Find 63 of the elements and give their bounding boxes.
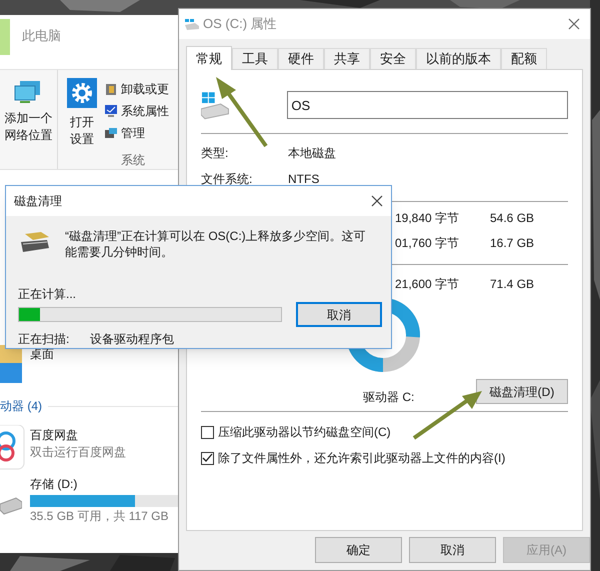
scan-label: 正在扫描: [18,331,70,348]
tab[interactable]: 常规 [186,46,232,70]
tab[interactable]: 配额 [501,48,547,69]
location-text: 此电脑 [22,27,61,45]
drive-name: 百度网盘 [30,427,79,444]
drive-icon [185,18,199,30]
cancel-button[interactable]: 取消 [296,302,382,327]
field-value: 本地磁盘 [288,145,336,162]
ribbon-item[interactable]: 卸载或更 [104,78,169,100]
close-icon [371,195,383,207]
size-value: 16.7 GB [490,235,534,252]
field-label: 类型: [201,145,230,162]
close-button[interactable] [568,18,580,30]
annotation-arrow [216,77,268,148]
desktop-folder-icon [0,345,22,383]
checkbox[interactable] [201,452,214,464]
size-value: 54.6 GB [490,210,534,227]
close-icon [568,18,580,30]
drive-icon [201,91,230,120]
checkbox[interactable] [201,426,214,438]
nav-item[interactable]: 桌面 [30,345,54,363]
tab[interactable]: 硬件 [278,48,324,69]
section-header[interactable]: 动器 (4) [0,397,42,415]
window-title: OS (C:) 属性 [203,15,277,34]
ribbon-item[interactable]: 系统属性 [104,100,169,122]
field-label: 文件系统: [201,171,254,188]
program-box-icon [104,82,118,96]
annotation-arrow [412,391,482,440]
drive-detail: 双击运行百度网盘 [30,444,126,461]
drive-tile[interactable]: 存储 (D:) 35.5 GB 可用，共 117 GB [0,476,180,525]
tab[interactable]: 以前的版本 [416,48,501,69]
field-value: NTFS [288,171,320,188]
drive-name: 存储 (D:) [30,476,78,493]
computer-icon [104,126,118,140]
dialog-button[interactable]: 确定 [315,537,402,563]
tab[interactable]: 共享 [324,48,370,69]
window-title: 磁盘清理 [14,193,62,210]
drive-label: 驱动器 C: [363,388,414,406]
ribbon-button[interactable]: 添加一个 网络位置 [0,70,58,169]
name-field[interactable]: OS [287,91,568,119]
gear-icon [67,78,97,108]
group-label: 系统 [121,152,146,169]
check-icon [202,453,213,463]
ribbon-item[interactable]: 管理 [104,122,169,144]
message-text: “磁盘清理”正在计算可以在 OS(C:)上释放多少空间。这可能需要几分钟时间。 [65,228,367,260]
monitor-check-icon [104,104,118,118]
ribbon-button[interactable]: 打开 设置 [62,70,102,169]
byte-count: 21,600 字节 [395,276,460,293]
tab-background [0,19,10,55]
tab[interactable]: 安全 [370,48,416,69]
scan-value: 设备驱动程序包 [90,331,174,348]
close-button[interactable] [371,195,383,207]
checkbox-label: 除了文件属性外，还允许索引此驱动器上文件的内容(I) [218,450,506,467]
status-text: 正在计算... [18,286,78,302]
dialog-button[interactable]: 取消 [409,537,496,563]
disk-cleanup-button[interactable]: 磁盘清理(D) [476,379,568,404]
size-value: 71.4 GB [490,276,534,293]
tab[interactable]: 工具 [232,48,278,69]
byte-count: 19,840 字节 [395,210,460,227]
drive-detail: 35.5 GB 可用，共 117 GB [30,508,170,525]
byte-count: 01,760 字节 [395,235,460,252]
drive-tile[interactable]: 百度网盘 双击运行百度网盘 [0,425,180,470]
checkbox-label: 压缩此驱动器以节约磁盘空间(C) [218,424,391,441]
